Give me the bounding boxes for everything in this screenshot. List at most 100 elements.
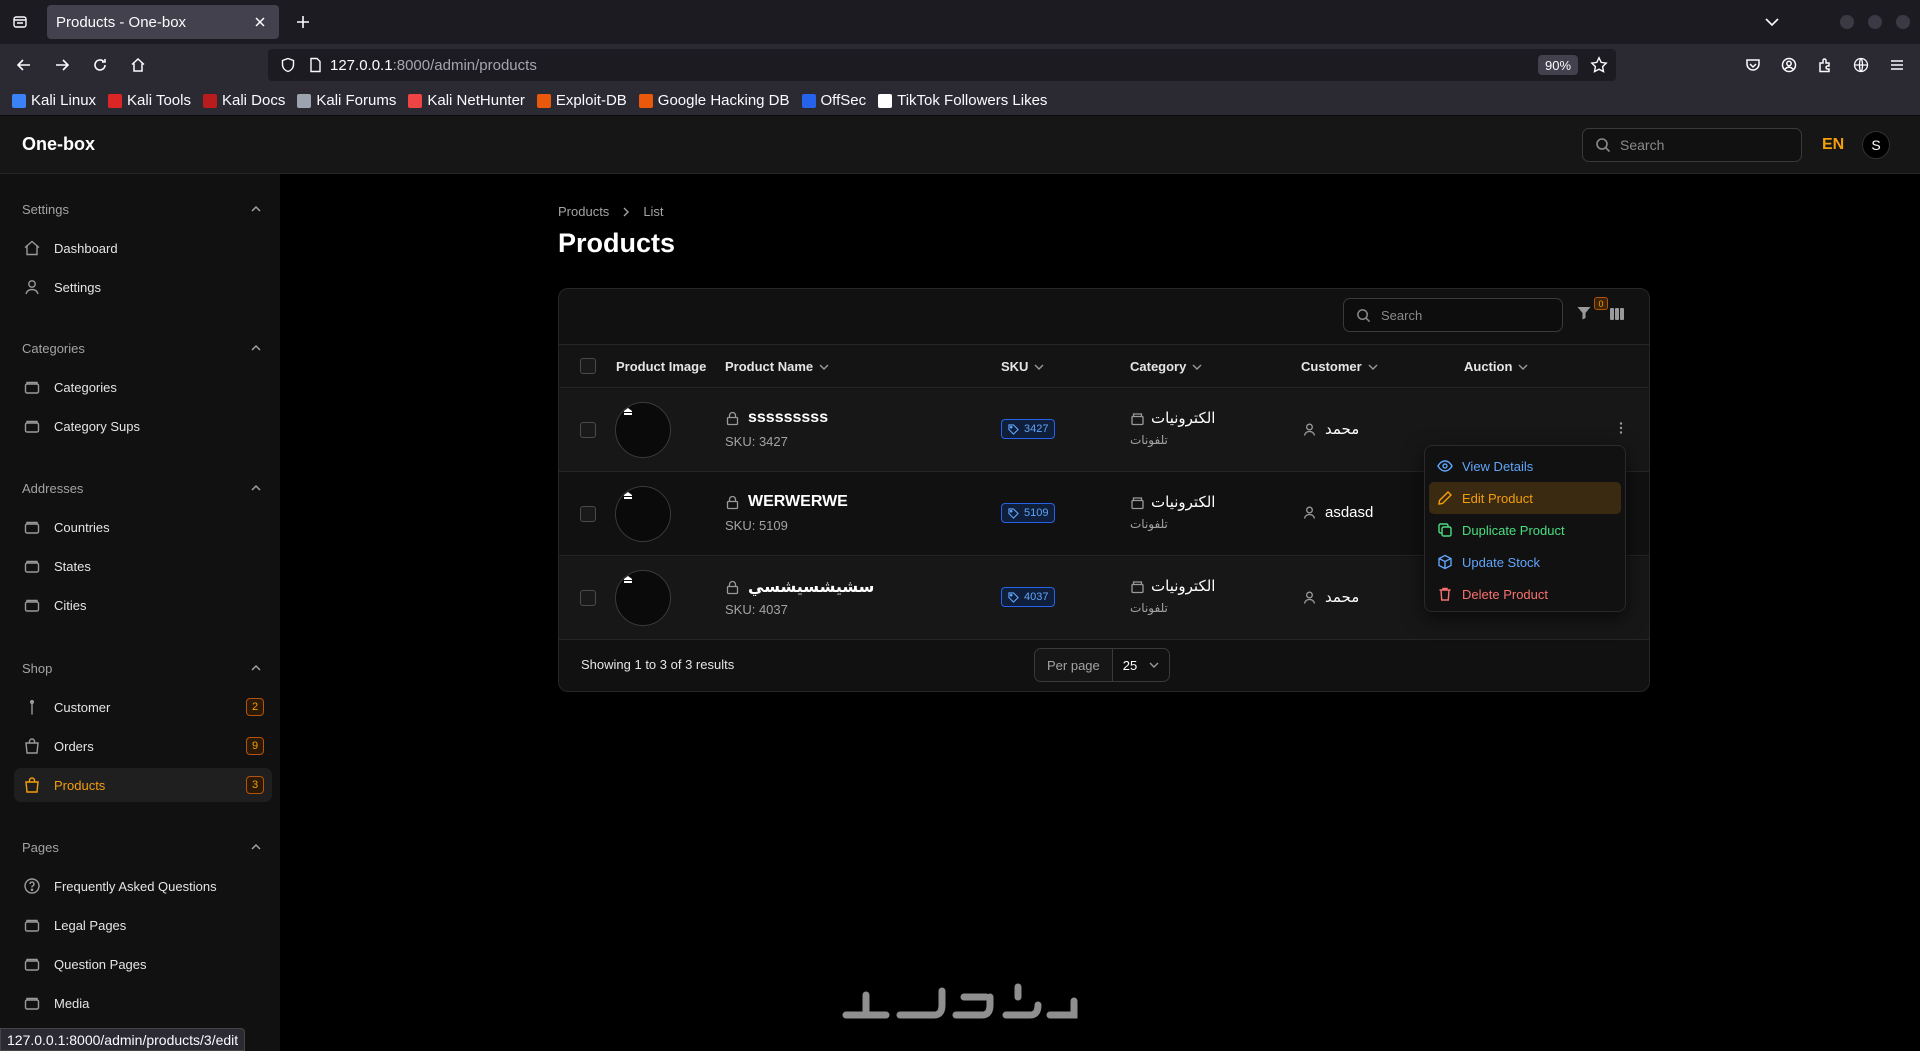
zoom-level-badge[interactable]: 90% [1538, 55, 1578, 75]
chevron-up-icon[interactable] [250, 203, 262, 215]
sidebar-item-legal-pages[interactable]: Legal Pages [14, 908, 272, 942]
bookmark-kali-nethunter[interactable]: Kali NetHunter [408, 92, 525, 109]
back-arrow-icon[interactable] [8, 49, 40, 81]
menu-item-delete-product[interactable]: Delete Product [1429, 578, 1621, 610]
brand-logo[interactable]: One-box [22, 134, 95, 155]
row-actions-kebab-icon[interactable] [1613, 420, 1629, 436]
bookmark-google-hacking-db[interactable]: Google Hacking DB [638, 92, 790, 109]
category-cell: الكترونيات [1130, 577, 1215, 595]
table-search-input[interactable]: Search [1343, 298, 1563, 332]
home-icon[interactable] [122, 49, 154, 81]
page-info-icon[interactable] [308, 57, 322, 73]
sidebar-item-cities[interactable]: Cities [14, 588, 272, 622]
product-image[interactable] [615, 486, 671, 542]
sidebar-item-products[interactable]: Products 3 [14, 768, 272, 802]
tab-list-icon[interactable] [0, 0, 40, 44]
column-header-customer[interactable]: Customer [1301, 359, 1378, 374]
sidebar-group-pages[interactable]: Pages [22, 837, 262, 857]
url-text: 127.0.0.1:8000/admin/products [330, 57, 537, 74]
sidebar-item-category-sups[interactable]: Category Sups [14, 409, 272, 443]
menu-item-edit-product[interactable]: Edit Product [1429, 482, 1621, 514]
kali-dragon-icon [12, 93, 26, 108]
menu-item-update-stock[interactable]: Update Stock [1429, 546, 1621, 578]
bookmark-kali-forums[interactable]: Kali Forums [297, 92, 396, 109]
global-search-input[interactable]: Search [1582, 128, 1802, 162]
column-header-category[interactable]: Category [1130, 359, 1202, 374]
filter-icon[interactable] [1576, 305, 1592, 321]
sidebar-item-settings[interactable]: Settings [14, 270, 272, 304]
chevron-up-icon[interactable] [250, 841, 262, 853]
globe-icon[interactable] [1850, 54, 1872, 76]
sidebar-item-categories[interactable]: Categories [14, 370, 272, 404]
sidebar-item-label: Products [54, 777, 106, 793]
select-all-checkbox[interactable] [580, 358, 596, 374]
bookmark-kali-tools[interactable]: Kali Tools [108, 92, 191, 109]
count-badge: 9 [246, 737, 264, 755]
column-header-auction[interactable]: Auction [1464, 359, 1528, 374]
avatar[interactable]: S [1862, 131, 1890, 159]
chevron-down-icon[interactable] [1762, 12, 1782, 32]
menu-item-label: View Details [1462, 458, 1534, 474]
browser-status-url: 127.0.0.1:8000/admin/products/3/edit [0, 1028, 246, 1051]
bookmark-kali-linux[interactable]: Kali Linux [12, 92, 96, 109]
sidebar-item-question-pages[interactable]: Question Pages [14, 947, 272, 981]
sidebar-item-media[interactable]: Media [14, 986, 272, 1020]
chevron-up-icon[interactable] [250, 662, 262, 674]
reload-icon[interactable] [84, 49, 116, 81]
breadcrumb-products-link[interactable]: Products [558, 204, 609, 219]
bookmark-tiktok[interactable]: TikTok Followers Likes [878, 92, 1047, 109]
menu-item-duplicate-product[interactable]: Duplicate Product [1429, 514, 1621, 546]
extensions-icon[interactable] [1814, 54, 1836, 76]
language-switcher[interactable]: EN [1822, 136, 1844, 154]
hamburger-menu-icon[interactable] [1886, 54, 1908, 76]
row-checkbox[interactable] [580, 506, 596, 522]
pocket-icon[interactable] [1742, 54, 1764, 76]
row-checkbox[interactable] [580, 590, 596, 606]
sidebar-group-addresses[interactable]: Addresses [22, 478, 262, 498]
account-icon[interactable] [1778, 54, 1800, 76]
sidebar-item-faq[interactable]: Frequently Asked Questions [14, 869, 272, 903]
sidebar-group-title: Pages [22, 839, 59, 855]
product-image[interactable] [615, 570, 671, 626]
row-actions-menu: View Details Edit Product Duplicate Prod… [1424, 445, 1626, 612]
sidebar-item-orders[interactable]: Orders 9 [14, 729, 272, 763]
sidebar-item-dashboard[interactable]: Dashboard [14, 231, 272, 265]
chevron-up-icon[interactable] [250, 482, 262, 494]
menu-item-view-details[interactable]: View Details [1429, 450, 1621, 482]
bookmark-offsec[interactable]: OffSec [801, 92, 866, 109]
close-window-button[interactable] [1896, 15, 1910, 29]
per-page-select[interactable]: Per page 25 [1034, 648, 1171, 682]
sidebar-group-categories[interactable]: Categories [22, 338, 262, 358]
product-image[interactable] [615, 402, 671, 458]
url-bar[interactable]: 127.0.0.1:8000/admin/products 90% [268, 49, 1616, 81]
shield-icon[interactable] [280, 57, 296, 73]
close-icon[interactable] [251, 13, 269, 31]
subcategory-name: تلفونات [1130, 601, 1168, 615]
product-name-text: WERWERWE [748, 493, 848, 510]
chevron-up-icon[interactable] [250, 342, 262, 354]
browser-tab-active[interactable]: Products - One-box [47, 5, 279, 39]
minimize-window-button[interactable] [1840, 15, 1854, 29]
browser-tabbar: Products - One-box [0, 0, 1920, 44]
new-tab-plus-icon[interactable] [289, 8, 317, 36]
bookmark-exploit-db[interactable]: Exploit-DB [536, 92, 627, 109]
column-header-product-name[interactable]: Product Name [725, 359, 829, 374]
product-sku-line: SKU: 4037 [725, 602, 788, 617]
columns-toggle-icon[interactable] [1609, 306, 1625, 322]
bookmark-star-icon[interactable] [1590, 56, 1608, 74]
row-checkbox[interactable] [580, 422, 596, 438]
maximize-window-button[interactable] [1868, 15, 1882, 29]
forward-arrow-icon[interactable] [46, 49, 78, 81]
sidebar-item-customer[interactable]: Customer 2 [14, 690, 272, 724]
sku-value: 4037 [1024, 591, 1049, 603]
sidebar-item-countries[interactable]: Countries [14, 510, 272, 544]
per-page-value: 25 [1122, 657, 1138, 673]
sidebar-group-title: Addresses [22, 480, 84, 496]
sidebar-group-settings[interactable]: Settings [22, 199, 262, 219]
tag-icon [1008, 423, 1019, 435]
bookmark-kali-docs[interactable]: Kali Docs [202, 92, 285, 109]
column-header-sku[interactable]: SKU [1001, 359, 1044, 374]
sidebar-group-shop[interactable]: Shop [22, 658, 262, 678]
sidebar-item-states[interactable]: States [14, 549, 272, 583]
sku-badge: 3427 [1001, 419, 1056, 439]
